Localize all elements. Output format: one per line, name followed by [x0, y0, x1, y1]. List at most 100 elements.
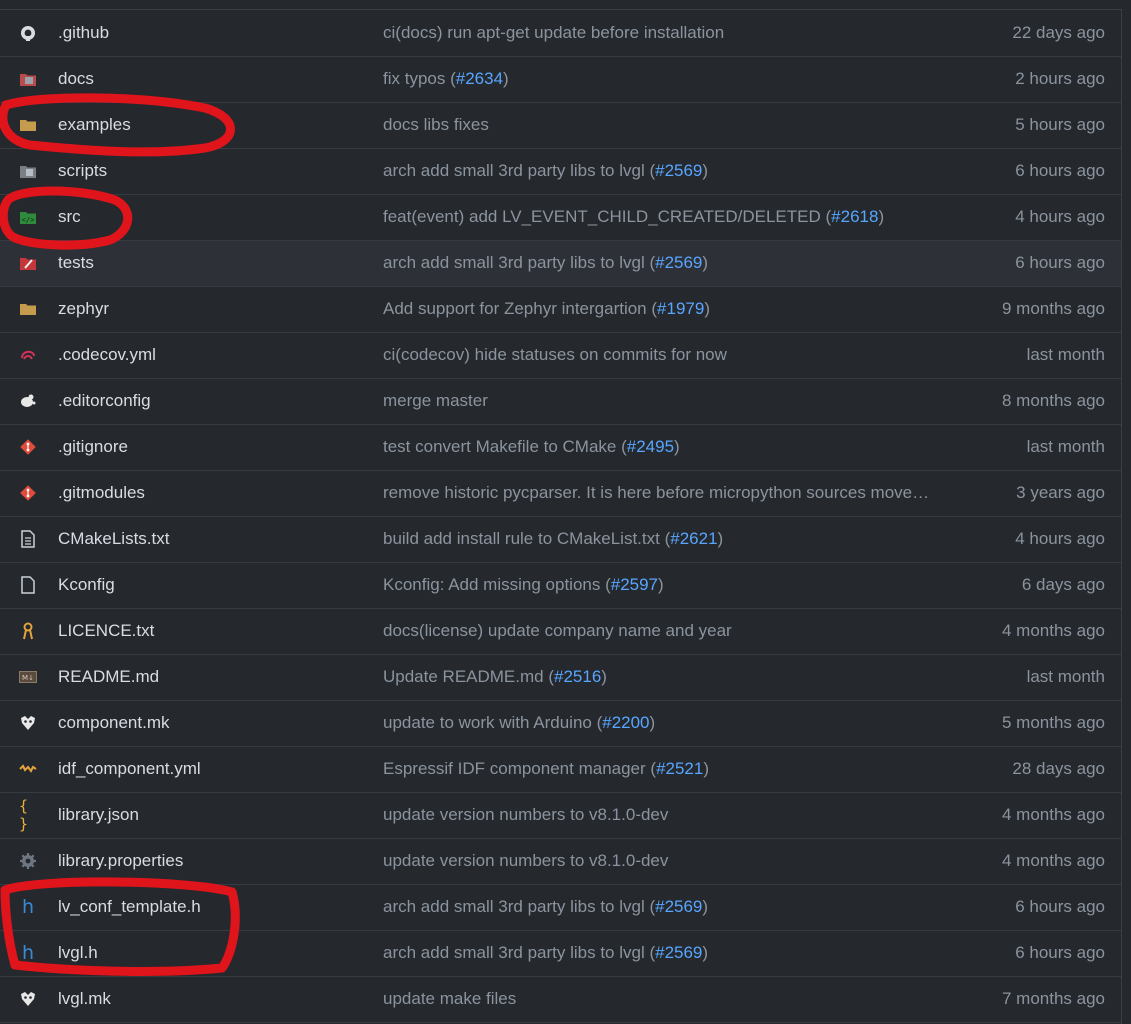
codecov-icon: [19, 346, 37, 364]
file-name-link[interactable]: lvgl.h: [58, 943, 98, 963]
pull-request-link[interactable]: #2597: [611, 575, 658, 594]
commit-message-link[interactable]: remove historic pycparser. It is here be…: [383, 483, 929, 502]
file-row[interactable]: idf_component.yml Espressif IDF component…: [0, 747, 1121, 793]
file-row[interactable]: .gitmodules remove historic pycparser. It…: [0, 471, 1121, 517]
file-row[interactable]: Kconfig Kconfig: Add missing options (#25…: [0, 563, 1121, 609]
file-row[interactable]: LICENCE.txt docs(license) update company …: [0, 609, 1121, 655]
file-name-link[interactable]: idf_component.yml: [58, 759, 201, 779]
file-row[interactable]: .github ci(docs) run apt-get update befor…: [0, 11, 1121, 57]
pull-request-link[interactable]: #2618: [831, 207, 878, 226]
file-name-link[interactable]: CMakeLists.txt: [58, 529, 169, 549]
commit-message-link[interactable]: build add install rule to CMakeList.txt …: [383, 529, 670, 548]
commit-message: update version numbers to v8.1.0-dev: [383, 851, 943, 871]
file-name-link[interactable]: tests: [58, 253, 94, 273]
file-row[interactable]: tests arch add small 3rd party libs to lv…: [0, 241, 1121, 287]
file-name-link[interactable]: lv_conf_template.h: [58, 897, 201, 917]
commit-message-link[interactable]: arch add small 3rd party libs to lvgl (: [383, 897, 655, 916]
pull-request-link[interactable]: #2621: [670, 529, 717, 548]
commit-age: 7 months ago: [1001, 989, 1105, 1008]
file-name-link[interactable]: .editorconfig: [58, 391, 151, 411]
file-row[interactable]: h lvgl.h arch add small 3rd party libs to …: [0, 931, 1121, 977]
commit-message-link[interactable]: Add support for Zephyr intergartion (: [383, 299, 657, 318]
file-name-link[interactable]: .codecov.yml: [58, 345, 156, 365]
commit-message-link[interactable]: Espressif IDF component manager (: [383, 759, 656, 778]
file-row[interactable]: lvgl.mk update make files 7 months ago: [0, 977, 1121, 1023]
pull-request-link[interactable]: #2516: [554, 667, 601, 686]
commit-message-link[interactable]: docs libs fixes: [383, 115, 489, 134]
pull-request-link[interactable]: #2200: [602, 713, 649, 732]
file-name-link[interactable]: .gitmodules: [58, 483, 145, 503]
commit-message-link[interactable]: ci(docs) run apt-get update before insta…: [383, 23, 724, 42]
commit-message-link[interactable]: arch add small 3rd party libs to lvgl (: [383, 161, 655, 180]
file-row[interactable]: scripts arch add small 3rd party libs to …: [0, 149, 1121, 195]
commit-message-link[interactable]: arch add small 3rd party libs to lvgl (: [383, 253, 655, 272]
json-icon: { }: [19, 797, 28, 833]
commit-message: merge master: [383, 391, 943, 411]
file-name-link[interactable]: Kconfig: [58, 575, 115, 595]
file-name-link[interactable]: lvgl.mk: [58, 989, 111, 1009]
svg-text:</>: </>: [22, 216, 35, 224]
pull-request-link[interactable]: #2569: [655, 161, 702, 180]
commit-message-link[interactable]: update to work with Arduino (: [383, 713, 602, 732]
file-row[interactable]: zephyr Add support for Zephyr intergartio…: [0, 287, 1121, 333]
commit-message-link[interactable]: update version numbers to v8.1.0-dev: [383, 851, 668, 870]
file-name-link[interactable]: library.json: [58, 805, 139, 825]
file-name-link[interactable]: .github: [58, 23, 109, 43]
pull-request-link[interactable]: #2569: [655, 253, 702, 272]
commit-age: 4 months ago: [1001, 851, 1105, 870]
commit-age: 5 hours ago: [1015, 115, 1105, 134]
commit-message-link[interactable]: test convert Makefile to CMake (: [383, 437, 627, 456]
commit-age: 4 months ago: [1001, 805, 1105, 824]
file-name-link[interactable]: src: [58, 207, 81, 227]
commit-message-link[interactable]: fix typos (: [383, 69, 456, 88]
file-row[interactable]: </> src feat(event) add LV_EVENT_CHILD_CRE…: [0, 195, 1121, 241]
folder-icon: [19, 116, 37, 134]
file-row[interactable]: CMakeLists.txt build add install rule to …: [0, 517, 1121, 563]
file-name-link[interactable]: component.mk: [58, 713, 170, 733]
file-name-link[interactable]: zephyr: [58, 299, 109, 319]
commit-message-link[interactable]: docs(license) update company name and ye…: [383, 621, 732, 640]
file-row[interactable]: component.mk update to work with Arduino …: [0, 701, 1121, 747]
file-name-link[interactable]: .gitignore: [58, 437, 128, 457]
file-row[interactable]: library.properties update version numbers…: [0, 839, 1121, 885]
commit-age: 8 months ago: [1001, 391, 1105, 410]
file-row[interactable]: docs fix typos (#2634) 2 hours ago: [0, 57, 1121, 103]
yaml-icon: [19, 760, 37, 778]
commit-age: 6 hours ago: [1015, 943, 1105, 962]
file-row[interactable]: h lv_conf_template.h arch add small 3rd pa…: [0, 885, 1121, 931]
commit-message-link[interactable]: ci(codecov) hide statuses on commits for…: [383, 345, 727, 364]
commit-message-link[interactable]: arch add small 3rd party libs to lvgl (: [383, 943, 655, 962]
src-folder-icon: </>: [19, 208, 37, 226]
commit-message-link[interactable]: Kconfig: Add missing options (: [383, 575, 611, 594]
commit-message-end: ): [503, 69, 509, 88]
commit-message: Espressif IDF component manager (#2521): [383, 759, 943, 779]
file-name-link[interactable]: LICENCE.txt: [58, 621, 154, 641]
commit-age: 4 hours ago: [1015, 529, 1105, 548]
commit-message: feat(event) add LV_EVENT_CHILD_CREATED/D…: [383, 207, 943, 227]
commit-message-end: ): [703, 759, 710, 778]
file-name-link[interactable]: docs: [58, 69, 94, 89]
file-row[interactable]: .editorconfig merge master 8 months ago: [0, 379, 1121, 425]
file-row[interactable]: { } library.json update version numbers to…: [0, 793, 1121, 839]
commit-message-end: ): [702, 253, 709, 272]
commit-message-link[interactable]: Update README.md (: [383, 667, 554, 686]
pull-request-link[interactable]: #2495: [627, 437, 674, 456]
file-row[interactable]: .codecov.yml ci(codecov) hide statuses on…: [0, 333, 1121, 379]
file-row[interactable]: M↓ README.md Update README.md (#2516) last …: [0, 655, 1121, 701]
pull-request-link[interactable]: #2569: [655, 897, 702, 916]
pull-request-link[interactable]: #2634: [456, 69, 503, 88]
commit-message-link[interactable]: feat(event) add LV_EVENT_CHILD_CREATED/D…: [383, 207, 831, 226]
pull-request-link[interactable]: #2521: [656, 759, 703, 778]
file-name-link[interactable]: README.md: [58, 667, 159, 687]
file-name-link[interactable]: scripts: [58, 161, 107, 181]
file-row[interactable]: examples docs libs fixes 5 hours ago: [0, 103, 1121, 149]
commit-message-link[interactable]: merge master: [383, 391, 488, 410]
pull-request-link[interactable]: #2569: [655, 943, 702, 962]
file-name-link[interactable]: examples: [58, 115, 131, 135]
pull-request-link[interactable]: #1979: [657, 299, 704, 318]
commit-message-link[interactable]: update version numbers to v8.1.0-dev: [383, 805, 668, 824]
commit-message-link[interactable]: update make files: [383, 989, 516, 1008]
file-row[interactable]: .gitignore test convert Makefile to CMake…: [0, 425, 1121, 471]
file-name-link[interactable]: library.properties: [58, 851, 183, 871]
commit-message: Add support for Zephyr intergartion (#19…: [383, 299, 943, 319]
